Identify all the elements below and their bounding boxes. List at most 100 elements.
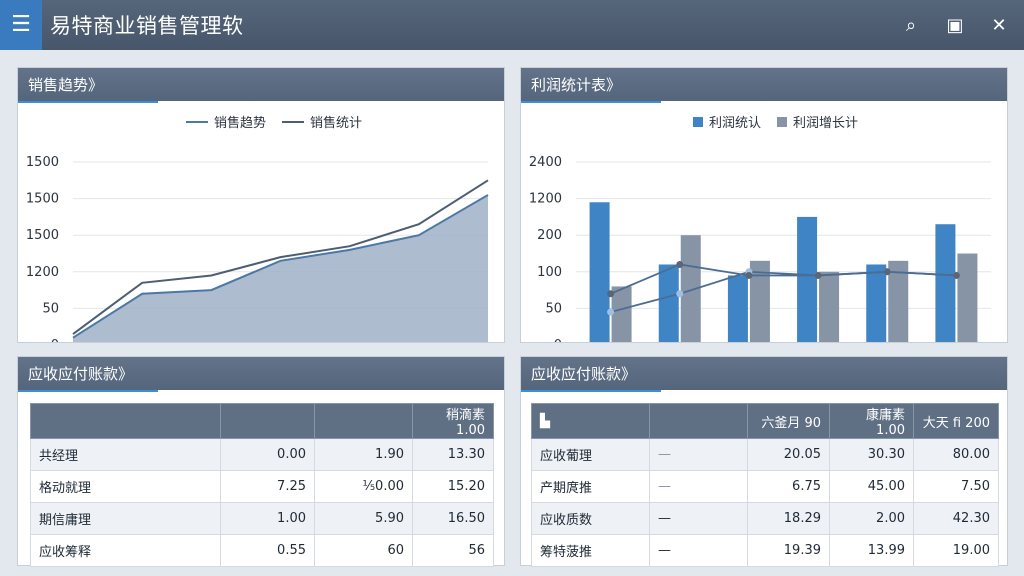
menu-button[interactable]: ☰: [0, 0, 42, 50]
sales-trend-panel: 销售趋势》 销售趋势 销售统计 05012001500150015001月2月3…: [17, 67, 505, 343]
cell-value: 56: [412, 534, 494, 567]
cell-value: 60: [314, 534, 413, 567]
bar-growth: [611, 286, 632, 342]
profit-bar-chart: 05010020012002400新1月901月201月201月201月201月: [529, 155, 991, 342]
close-icon[interactable]: ✕: [984, 10, 1014, 40]
ar-table-right: ▙ 六釜月 90 康庸素1.00 大天 fi 200 应收葡理 — 20.05 …: [531, 403, 999, 567]
cell-value: 0.55: [220, 534, 315, 567]
table-row[interactable]: 应收葡理 — 20.05 30.30 80.00: [531, 438, 999, 471]
cell-value: 45.00: [829, 470, 914, 503]
cell-value: 42.30: [913, 502, 999, 535]
bar-profit: [797, 216, 818, 342]
row-label: 产期庹推: [531, 470, 650, 503]
cell-value: 7.50: [913, 470, 999, 503]
cell-value: 2.00: [829, 502, 914, 535]
panel-title: 应收应付账款》: [18, 357, 504, 390]
table-row[interactable]: 共经理 0.00 1.90 13.30: [30, 438, 494, 471]
cell-value: 16.50: [412, 502, 494, 535]
column-header: [649, 403, 748, 439]
row-label: 共经理: [30, 438, 221, 471]
row-label: 应收筹释: [30, 534, 221, 567]
table-row[interactable]: 应收筹释 0.55 60 56: [30, 534, 494, 567]
y-tick-label: 1500: [26, 155, 59, 170]
area-fill: [73, 194, 488, 342]
ar-table-left: 稍滴素1.00 共经理 0.00 1.90 13.30 格动就理 7.25 ⅕0…: [30, 403, 494, 567]
y-tick-label: 0: [554, 338, 562, 342]
table-row[interactable]: 期信庸理 1.00 5.90 16.50: [30, 502, 494, 535]
panel-title: 利润统计表》: [521, 68, 1007, 101]
table-header-row: 稍滴素1.00: [30, 403, 494, 439]
row-label: 筹特菠推: [531, 534, 650, 567]
trend-marker: [883, 268, 891, 276]
column-header: [314, 403, 413, 439]
column-header: 康庸素1.00: [829, 403, 914, 439]
search-icon[interactable]: ⌕: [896, 10, 926, 40]
y-tick-label: 1200: [26, 265, 59, 280]
cell-value: —: [649, 502, 748, 535]
cell-value: 15.20: [412, 470, 494, 503]
row-label: 格动就理: [30, 470, 221, 503]
y-tick-label: 1200: [529, 192, 562, 207]
cell-value: 19.00: [913, 534, 999, 567]
trend-marker: [745, 271, 753, 279]
bar-profit: [727, 275, 748, 342]
ar-ap-panel-left: 应收应付账款》 稍滴素1.00 共经理 0.00 1.90 13.30 格动就理…: [17, 356, 505, 567]
column-header: ▙: [531, 403, 650, 439]
bar-profit: [658, 264, 679, 342]
row-label: 应收质数: [531, 502, 650, 535]
table-row[interactable]: 筹特菠推 — 19.39 13.99 19.00: [531, 534, 999, 567]
restore-icon[interactable]: ▣: [940, 10, 970, 40]
cell-value: 18.29: [747, 502, 830, 535]
y-tick-label: 0: [51, 338, 59, 342]
window-controls: ⌕ ▣ ✕: [896, 10, 1014, 40]
cell-value: 19.39: [747, 534, 830, 567]
cell-value: 13.99: [829, 534, 914, 567]
column-header: [30, 403, 221, 439]
bar-profit: [589, 202, 610, 342]
trend-marker: [607, 290, 615, 298]
ar-ap-panel-right: 应收应付账款》 ▙ 六釜月 90 康庸素1.00 大天 fi 200 应收葡理 …: [520, 356, 1008, 567]
y-tick-label: 1500: [26, 192, 59, 207]
bar-profit: [935, 224, 956, 342]
y-tick-label: 200: [537, 228, 562, 243]
bar-growth: [957, 253, 978, 342]
sales-area-chart: 05012001500150015001月2月3月4月5月7月8月: [26, 155, 489, 342]
app-title: 易特商业销售管理软: [50, 14, 244, 38]
cell-value: 80.00: [913, 438, 999, 471]
cell-value: 0.00: [220, 438, 315, 471]
trend-marker: [814, 271, 822, 279]
title-bar: ☰ 易特商业销售管理软 ⌕ ▣ ✕: [0, 0, 1024, 50]
cell-value: 20.05: [747, 438, 830, 471]
cell-value: ⅕0.00: [314, 470, 413, 503]
hamburger-icon: ☰: [11, 12, 31, 37]
trend-marker: [607, 308, 615, 316]
bar-profit: [866, 264, 887, 342]
column-header: 大天 fi 200: [913, 403, 999, 439]
trend-marker: [676, 290, 684, 298]
table-row[interactable]: 应收质数 — 18.29 2.00 42.30: [531, 502, 999, 535]
y-tick-label: 50: [42, 301, 59, 316]
cell-value: —: [649, 470, 748, 503]
row-label: 期信庸理: [30, 502, 221, 535]
table-row[interactable]: 格动就理 7.25 ⅕0.00 15.20: [30, 470, 494, 503]
panel-title: 销售趋势》: [18, 68, 504, 101]
cell-value: 7.25: [220, 470, 315, 503]
column-header: 稍滴素1.00: [412, 403, 494, 439]
panel-title: 应收应付账款》: [521, 357, 1007, 390]
y-tick-label: 100: [537, 265, 562, 280]
column-header: 六釜月 90: [747, 403, 830, 439]
cell-value: 5.90: [314, 502, 413, 535]
y-tick-label: 1500: [26, 228, 59, 243]
table-header-row: ▙ 六釜月 90 康庸素1.00 大天 fi 200: [531, 403, 999, 439]
cell-value: —: [649, 534, 748, 567]
cell-value: 6.75: [747, 470, 830, 503]
trend-marker: [952, 271, 960, 279]
cell-value: 13.30: [412, 438, 494, 471]
table-row[interactable]: 产期庹推 — 6.75 45.00 7.50: [531, 470, 999, 503]
trend-marker: [676, 260, 684, 268]
cell-value: 1.90: [314, 438, 413, 471]
column-header: [220, 403, 315, 439]
cell-value: 30.30: [829, 438, 914, 471]
cell-value: 1.00: [220, 502, 315, 535]
profit-stats-panel: 利润统计表》 利润统认 利润增长计 05010020012002400新1月90…: [520, 67, 1008, 343]
